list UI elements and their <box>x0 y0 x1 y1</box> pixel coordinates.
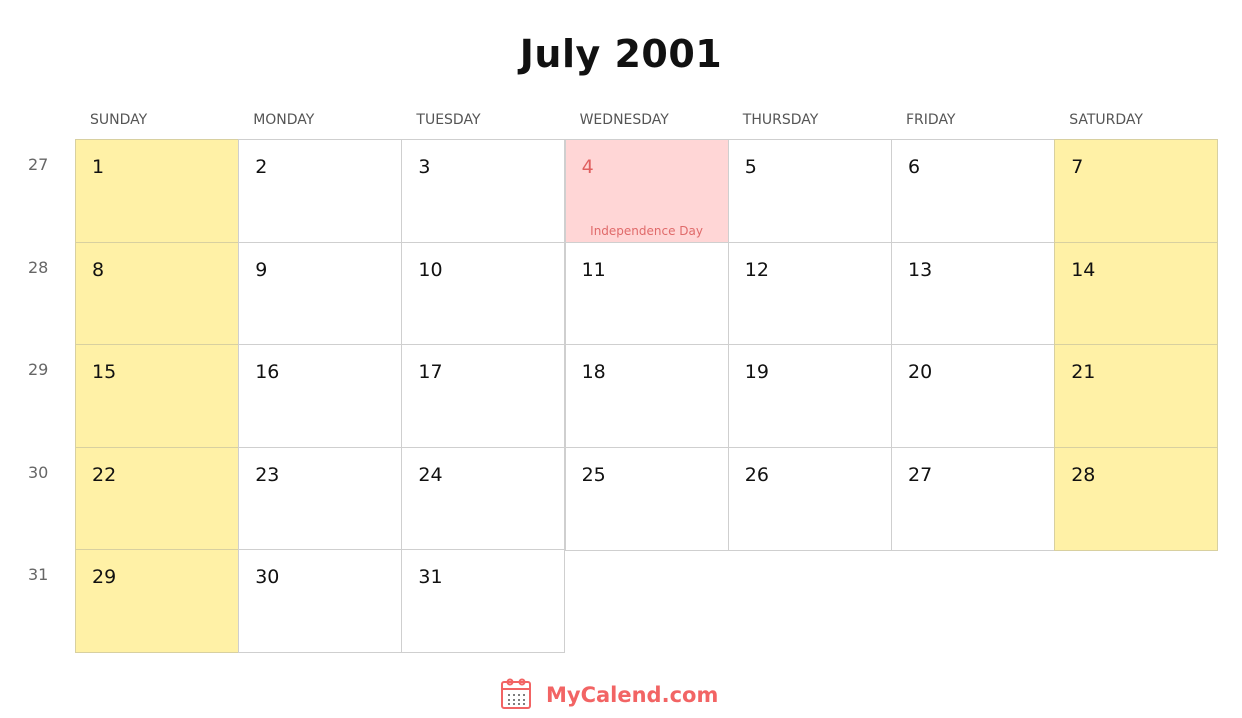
day-cell[interactable]: 14 <box>1054 241 1219 346</box>
day-cell[interactable]: 3 <box>401 139 566 243</box>
day-number: 24 <box>418 463 443 486</box>
weekday-header-thursday: THURSDAY <box>742 112 819 128</box>
day-number: 13 <box>908 258 933 281</box>
weekday-header-friday: FRIDAY <box>906 112 956 128</box>
page-title: July 2001 <box>519 32 723 76</box>
day-number: 9 <box>255 258 268 281</box>
day-number: 14 <box>1071 258 1096 281</box>
day-cell[interactable]: 27 <box>891 446 1055 551</box>
day-number: 6 <box>908 156 921 178</box>
day-cell[interactable]: 18 <box>564 344 729 449</box>
day-cell[interactable]: 7 <box>1054 139 1219 243</box>
day-number: 10 <box>418 258 443 281</box>
day-number: 28 <box>1071 463 1096 486</box>
day-number: 8 <box>92 258 105 281</box>
day-cell[interactable]: 1 <box>75 139 239 243</box>
week-number: 29 <box>28 360 49 380</box>
day-number: 11 <box>581 258 606 281</box>
day-number: 4 <box>581 156 594 178</box>
holiday-label: Independence Day <box>590 224 704 238</box>
week-number: 27 <box>28 155 49 174</box>
day-cell[interactable]: 24 <box>401 446 566 551</box>
day-number: 16 <box>255 361 280 384</box>
day-number: 31 <box>418 566 443 589</box>
day-cell[interactable]: 5 <box>727 139 892 243</box>
week-number: 30 <box>28 462 49 482</box>
day-number: 21 <box>1071 361 1096 384</box>
day-cell[interactable]: 10 <box>401 241 566 346</box>
weekday-header-tuesday: TUESDAY <box>416 112 481 128</box>
day-cell[interactable]: 9 <box>238 241 403 346</box>
day-cell[interactable]: 11 <box>564 241 729 346</box>
day-number: 22 <box>92 463 117 486</box>
day-cell[interactable]: 15 <box>75 344 239 449</box>
day-cell[interactable]: 13 <box>891 241 1055 346</box>
day-cell[interactable]: 6 <box>891 139 1055 243</box>
day-number: 1 <box>92 156 105 178</box>
day-number: 17 <box>418 361 443 384</box>
day-number: 3 <box>418 156 431 178</box>
day-cell[interactable]: 23 <box>238 446 403 551</box>
day-cell[interactable]: 31 <box>401 549 566 654</box>
day-number: 27 <box>908 463 933 486</box>
day-cell[interactable]: 19 <box>727 344 892 449</box>
day-number: 12 <box>744 258 769 281</box>
day-cell[interactable]: 28 <box>1054 446 1219 551</box>
day-cell[interactable]: 29 <box>75 549 239 654</box>
week-number: 28 <box>28 257 49 277</box>
day-cell[interactable]: 8 <box>75 241 239 346</box>
day-cell[interactable]: 22 <box>75 446 239 551</box>
day-number: 20 <box>908 361 933 384</box>
day-number: 25 <box>581 463 606 486</box>
brand-link[interactable]: MyCalend.com <box>546 683 718 707</box>
footer-logo[interactable]: MyCalend.com <box>500 676 718 714</box>
day-number: 19 <box>744 361 769 384</box>
day-number: 26 <box>744 463 769 486</box>
week-number: 31 <box>28 565 49 585</box>
day-number: 15 <box>92 361 117 384</box>
day-number: 5 <box>744 156 757 178</box>
day-cell[interactable]: 12 <box>727 241 892 346</box>
weekday-header-saturday: SATURDAY <box>1069 112 1143 128</box>
day-cell[interactable]: 30 <box>238 549 403 654</box>
day-cell[interactable]: 20 <box>891 344 1055 449</box>
day-cell[interactable]: 16 <box>238 344 403 449</box>
weekday-header-wednesday: WEDNESDAY <box>579 112 669 128</box>
day-number: 18 <box>581 361 606 384</box>
day-cell[interactable]: 26 <box>727 446 892 551</box>
day-cell[interactable]: 21 <box>1054 344 1219 449</box>
day-number: 7 <box>1071 156 1084 178</box>
day-cell[interactable]: 2 <box>238 139 403 243</box>
weekday-header-sunday: SUNDAY <box>90 112 148 128</box>
day-number: 23 <box>255 463 280 486</box>
day-cell[interactable]: 25 <box>564 446 729 551</box>
day-cell[interactable]: 4 Independence Day <box>564 139 729 243</box>
day-number: 30 <box>255 566 280 589</box>
weekday-header-monday: MONDAY <box>253 112 315 128</box>
day-number: 2 <box>255 156 268 178</box>
day-number: 29 <box>92 566 117 589</box>
day-cell[interactable]: 17 <box>401 344 566 449</box>
calendar-icon <box>500 676 532 714</box>
